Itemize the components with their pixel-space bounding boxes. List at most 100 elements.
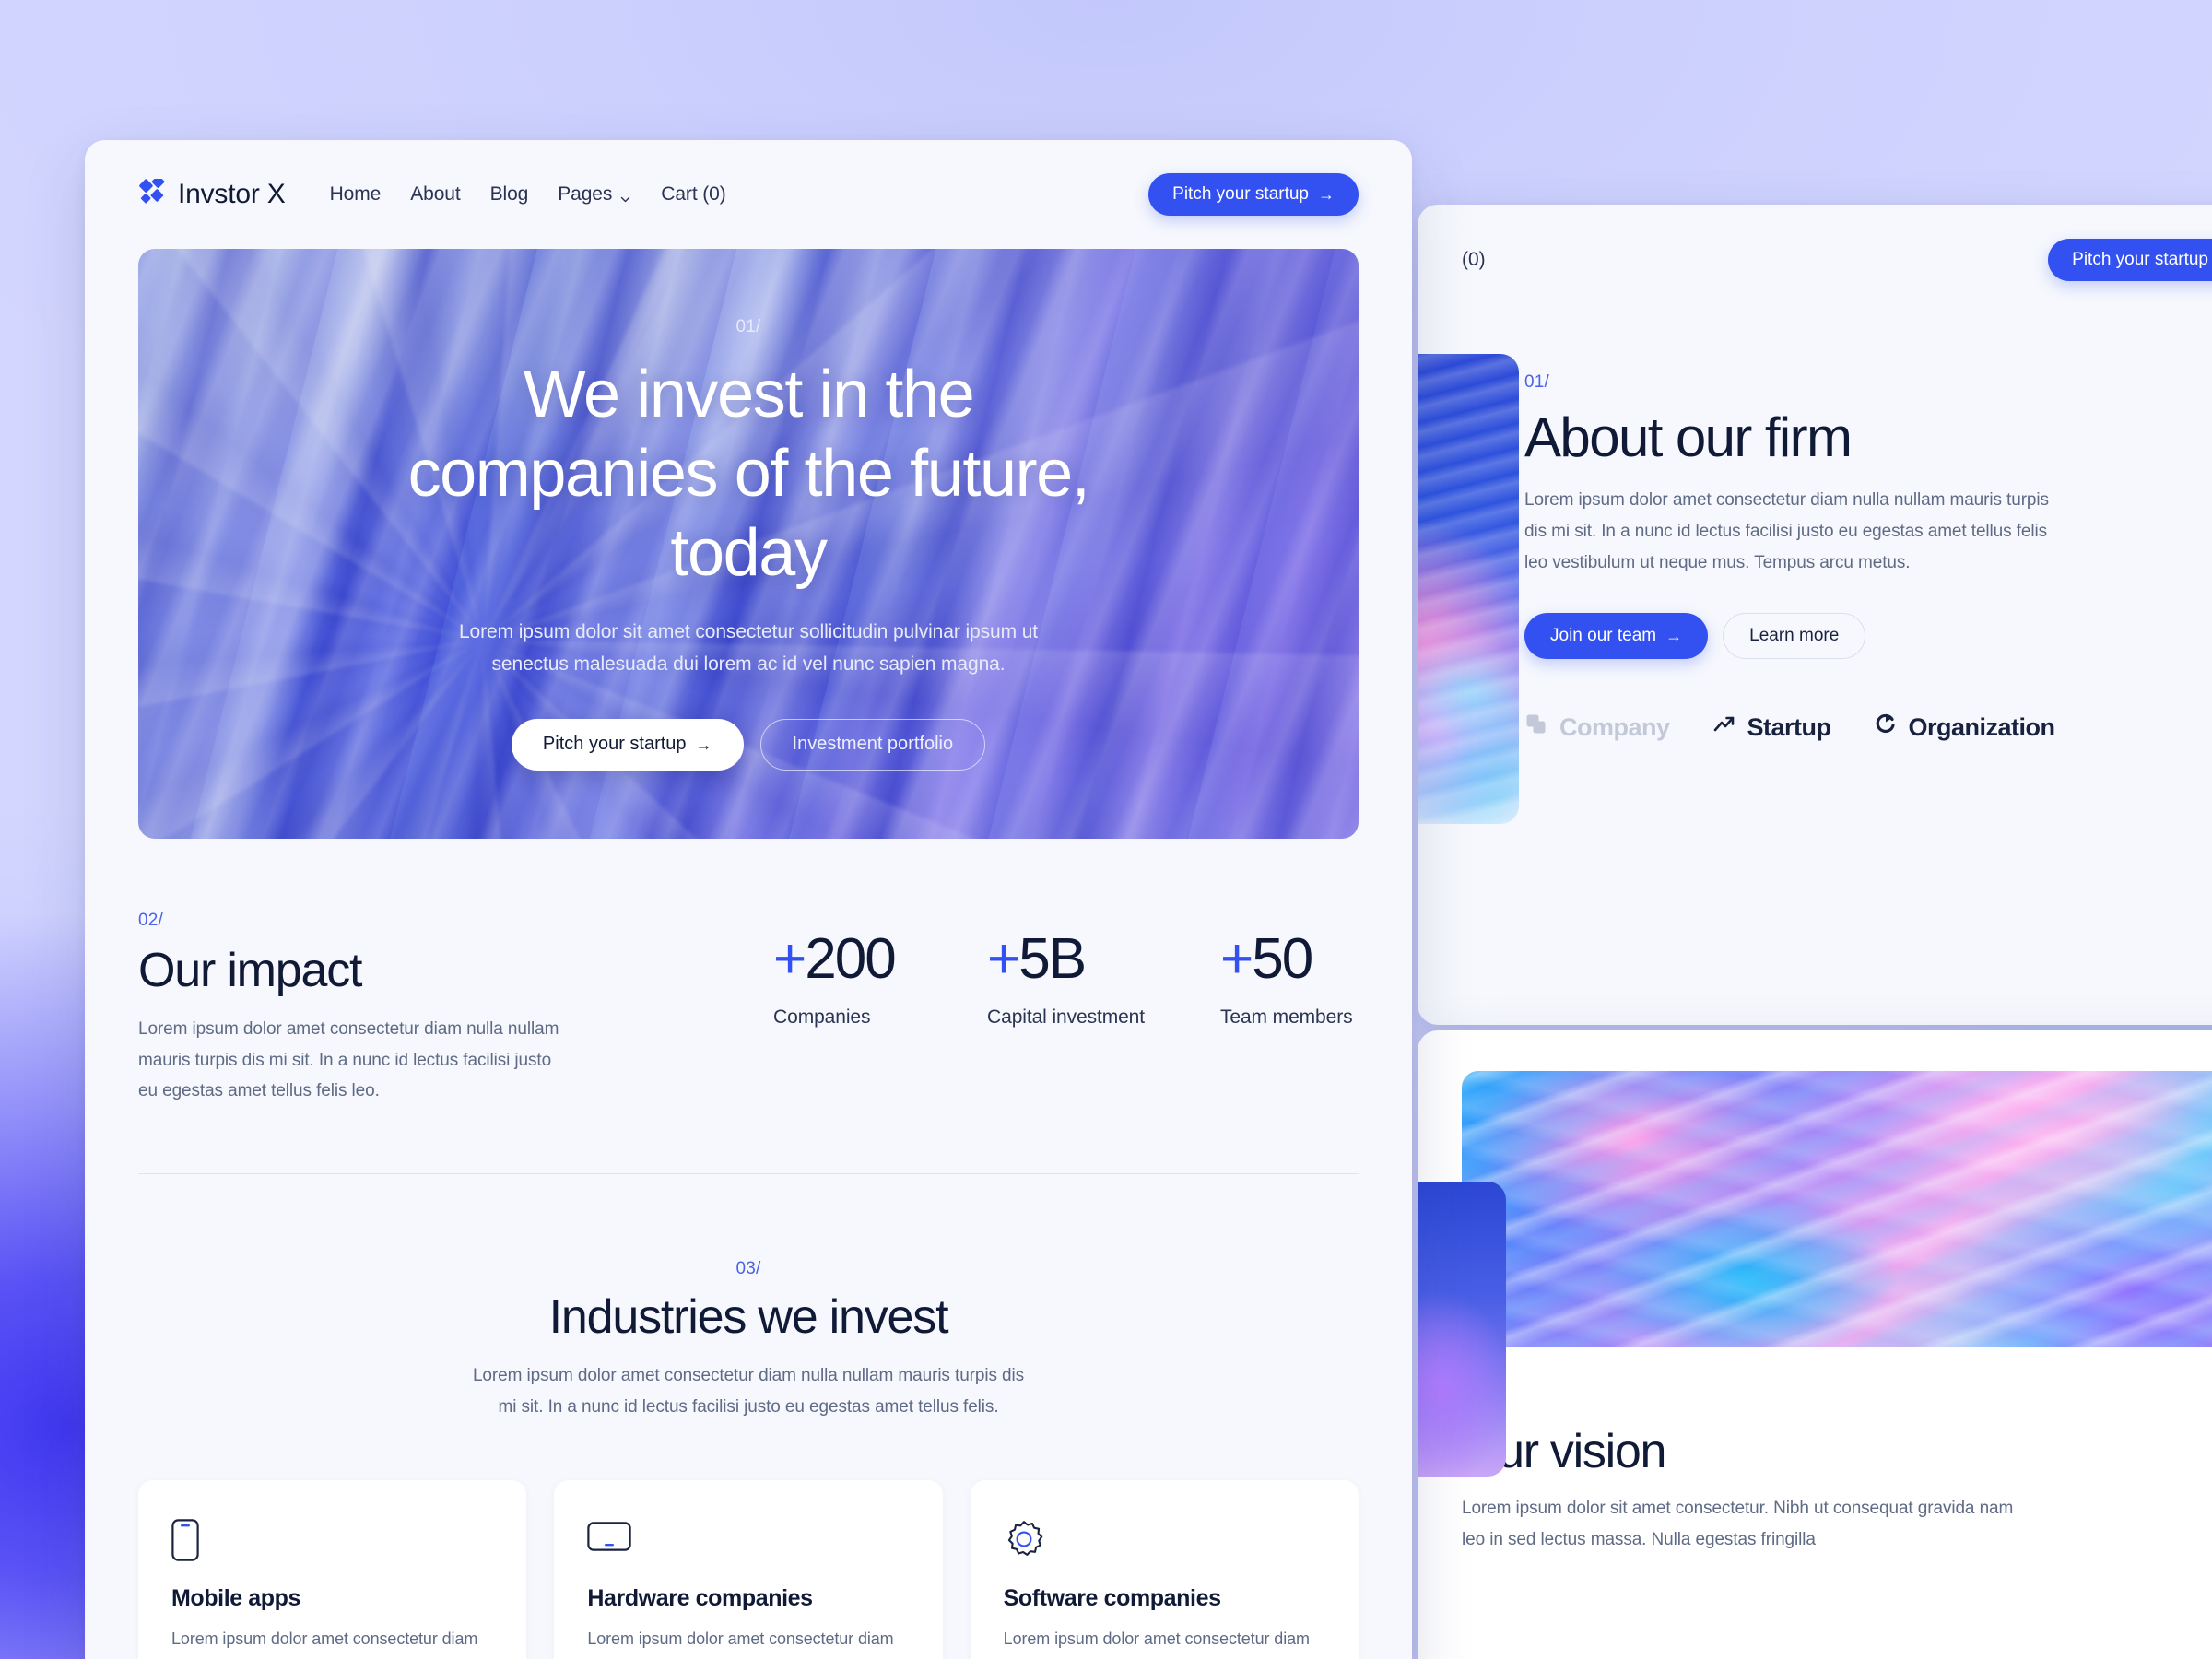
- nav-link-pages[interactable]: Pages: [558, 183, 631, 206]
- impact-description: Lorem ipsum dolor amet consectetur diam …: [138, 1018, 559, 1101]
- desktop-backdrop: (0) Pitch your startup → 01/ About our f…: [0, 0, 2212, 1659]
- industry-card-software-companies-title: Software companies: [1003, 1584, 1221, 1611]
- stat-team-value: +50: [1220, 931, 1359, 988]
- stat-capital-label: Capital investment: [987, 1006, 1145, 1028]
- primary-navbar: Invstor X Home About Blog Pages Cart (0)…: [85, 140, 1412, 249]
- brand-name: Invstor X: [178, 179, 286, 209]
- stat-plus-sign: +: [1220, 927, 1253, 991]
- industry-card-mobile-apps-text: Lorem ipsum dolor amet consectetur diam …: [171, 1629, 478, 1659]
- our-vision-section: [1418, 1030, 2212, 1477]
- primary-nav-links: Home About Blog Pages Cart (0): [330, 183, 726, 206]
- nav-link-home-label: Home: [329, 183, 382, 205]
- nav-link-cart-label: Cart (0): [661, 183, 726, 205]
- stat-team-number: 50: [1252, 927, 1313, 991]
- vision-eyebrow: 03/: [1462, 1392, 2212, 1412]
- industries-eyebrow: 03/: [735, 1259, 761, 1279]
- primary-browser-window: Invstor X Home About Blog Pages Cart (0)…: [85, 140, 1412, 1659]
- nav-link-pages-label: Pages: [558, 183, 613, 205]
- client-logo-row: Company Startup Organization: [1524, 712, 2212, 743]
- stat-plus-sign: +: [987, 927, 1020, 991]
- hero-actions: Pitch your startup → Investment portfoli…: [511, 718, 986, 771]
- industry-card-hardware-companies-title: Hardware companies: [587, 1584, 813, 1611]
- learn-more-label: Learn more: [1749, 626, 1840, 646]
- industry-card-software-companies-text: Lorem ipsum dolor amet consectetur diam …: [1003, 1629, 1310, 1659]
- industry-cards: Mobile apps Lorem ipsum dolor amet conse…: [138, 1479, 1359, 1659]
- industries-section: 03/ Industries we invest Lorem ipsum dol…: [85, 1174, 1412, 1659]
- investment-portfolio-label: Investment portfolio: [792, 734, 954, 755]
- our-impact-section: 02/ Our impact Lorem ipsum dolor amet co…: [85, 839, 1412, 1107]
- stat-companies-number: 200: [805, 927, 896, 991]
- investment-portfolio-button[interactable]: Investment portfolio: [759, 718, 986, 771]
- layers-icon: [1524, 712, 1548, 743]
- about-our-firm-section: 01/ About our firm Lorem ipsum dolor ame…: [1418, 315, 2212, 868]
- hero-section: 01/ We invest in the companies of the fu…: [138, 249, 1359, 839]
- arrow-right-icon: →: [1318, 185, 1335, 204]
- pitch-your-startup-button[interactable]: Pitch your startup →: [1148, 173, 1359, 216]
- arrow-right-icon: →: [695, 735, 712, 754]
- stat-companies-label: Companies: [773, 1006, 871, 1028]
- secondary-navbar: (0) Pitch your startup →: [1418, 205, 2212, 315]
- vision-description: Lorem ipsum dolor sit amet consectetur. …: [1462, 1499, 2014, 1550]
- logo-item-startup: Startup: [1712, 712, 1831, 743]
- about-decorative-image: [1418, 354, 1519, 824]
- logo-item-organization: Organization: [1874, 712, 2055, 743]
- logo-item-startup-label: Startup: [1747, 713, 1832, 742]
- about-actions: Join our team → Learn more: [1524, 613, 2212, 660]
- join-our-team-button[interactable]: Join our team →: [1524, 613, 1709, 660]
- industry-card-mobile-apps-title: Mobile apps: [171, 1584, 301, 1611]
- c-swirl-icon: [1874, 712, 1898, 743]
- industry-card-software-companies[interactable]: Software companies Lorem ipsum dolor ame…: [970, 1479, 1359, 1659]
- nav-link-about-label: About: [410, 183, 461, 205]
- vision-hero-image: [1462, 1071, 2212, 1347]
- about-eyebrow: 01/: [1524, 372, 1550, 392]
- gear-icon: [1004, 1519, 1325, 1561]
- vision-side-decorative-image: [1418, 1182, 1506, 1477]
- arrow-right-icon: →: [1665, 627, 1683, 646]
- impact-stats: +200 Companies +5B Capital investment +5…: [599, 911, 1359, 1029]
- industry-card-hardware-companies-text: Lorem ipsum dolor amet consectetur diam …: [587, 1629, 894, 1659]
- vision-title: Our vision: [1462, 1425, 1666, 1478]
- stat-capital-number: 5B: [1018, 927, 1087, 991]
- stat-capital-investment: +5B Capital investment: [987, 931, 1145, 1029]
- brand[interactable]: Invstor X: [138, 175, 286, 210]
- nav-link-home[interactable]: Home: [330, 183, 382, 206]
- mobile-phone-icon: [171, 1518, 493, 1561]
- about-description: Lorem ipsum dolor amet consectetur diam …: [1524, 490, 2049, 572]
- join-our-team-label: Join our team: [1550, 626, 1657, 646]
- industry-card-mobile-apps[interactable]: Mobile apps Lorem ipsum dolor amet conse…: [138, 1479, 527, 1659]
- logo-item-company-label: Company: [1559, 713, 1670, 742]
- stat-team-label: Team members: [1220, 1006, 1353, 1028]
- industries-description: Lorem ipsum dolor amet consectetur diam …: [472, 1366, 1025, 1417]
- secondary-browser-window-lower: 03/ Our vision Lorem ipsum dolor sit ame…: [1418, 1030, 2212, 1659]
- stat-team-members: +50 Team members: [1220, 931, 1359, 1029]
- diamond-cluster-logo-icon: [138, 175, 166, 210]
- nav-link-cart[interactable]: Cart (0): [661, 183, 725, 206]
- nav-link-blog[interactable]: Blog: [490, 183, 529, 206]
- pitch-your-startup-label: Pitch your startup: [1172, 184, 1309, 204]
- stat-companies-value: +200: [773, 931, 912, 988]
- secondary-browser-window: (0) Pitch your startup → 01/ About our f…: [1418, 205, 2212, 1025]
- secondary-pitch-your-startup-button[interactable]: Pitch your startup →: [2048, 239, 2212, 281]
- impact-eyebrow: 02/: [138, 911, 164, 930]
- stat-plus-sign: +: [773, 927, 806, 991]
- industry-card-hardware-companies[interactable]: Hardware companies Lorem ipsum dolor ame…: [554, 1479, 943, 1659]
- nav-link-blog-label: Blog: [489, 183, 529, 205]
- chevron-down-icon: [619, 189, 631, 202]
- logo-item-company: Company: [1524, 712, 1670, 743]
- industries-title: Industries we invest: [548, 1290, 949, 1345]
- hero-title: We invest in the companies of the future…: [407, 358, 1090, 590]
- laptop-icon: [587, 1519, 909, 1561]
- hero-pitch-your-startup-button[interactable]: Pitch your startup →: [511, 718, 744, 771]
- hero-subtitle: Lorem ipsum dolor sit amet consectetur s…: [458, 621, 1039, 675]
- logo-item-organization-label: Organization: [1908, 713, 2056, 742]
- hero-eyebrow: 01/: [735, 317, 761, 337]
- stat-capital-value: +5B: [987, 931, 1145, 988]
- trend-up-arrow-icon: [1712, 712, 1736, 743]
- secondary-pitch-label: Pitch your startup: [2072, 250, 2208, 269]
- stat-companies: +200 Companies: [773, 931, 912, 1029]
- impact-title: Our impact: [138, 944, 362, 997]
- hero-pitch-label: Pitch your startup: [542, 734, 687, 755]
- nav-link-about[interactable]: About: [410, 183, 460, 206]
- secondary-cart-label[interactable]: (0): [1462, 249, 1486, 271]
- learn-more-button[interactable]: Learn more: [1723, 613, 1866, 660]
